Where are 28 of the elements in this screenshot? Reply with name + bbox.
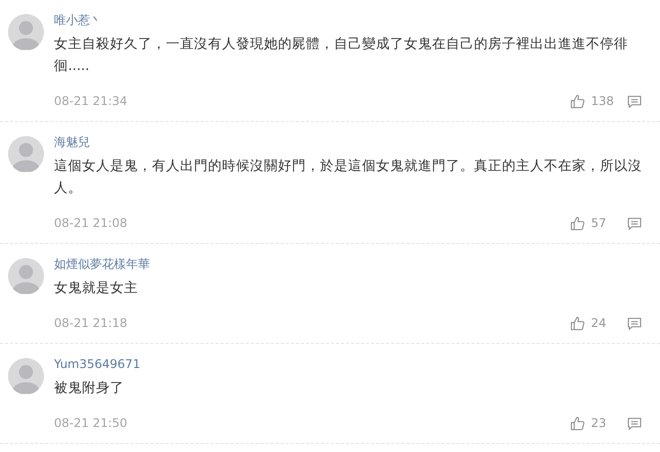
- comment-text: 被鬼附身了: [54, 379, 125, 398]
- thumbs-up-icon[interactable]: [570, 316, 585, 330]
- username-link[interactable]: 海魅兒: [54, 134, 90, 150]
- comment-icon[interactable]: [627, 94, 642, 108]
- like-count: 24: [591, 316, 608, 330]
- username-link[interactable]: 唯小惹丶: [54, 12, 102, 28]
- comment-text: 這個女人是鬼，有人出門的時候沒關好門，於是這個女鬼就進門了。真正的主人不在家，所以沒人。: [54, 157, 642, 198]
- comment-text: 女主自殺好久了，一直沒有人發現她的屍體，自己變成了女鬼在自己的房子裡出出進進不停徘徊.....: [54, 35, 629, 76]
- comment-icon[interactable]: [627, 216, 642, 230]
- username-link[interactable]: Yum35649671: [54, 356, 140, 372]
- like-count: 138: [591, 94, 615, 108]
- comment-time: 08-21 21:08: [54, 216, 128, 230]
- avatar-icon[interactable]: [8, 358, 44, 394]
- comment-text: 女鬼就是女主: [54, 279, 139, 298]
- comment-time: 08-21 21:34: [54, 94, 128, 108]
- avatar-icon[interactable]: [8, 258, 44, 294]
- like-count: 57: [591, 216, 608, 230]
- thumbs-up-icon[interactable]: [570, 94, 585, 108]
- avatar-icon[interactable]: [8, 136, 44, 172]
- comment-icon[interactable]: [627, 416, 642, 430]
- comment-time: 08-21 21:50: [54, 416, 128, 430]
- comment-time: 08-21 21:18: [54, 316, 128, 330]
- avatar-icon[interactable]: [8, 14, 44, 50]
- username-link[interactable]: 如煙似夢花樣年華: [54, 256, 150, 272]
- thumbs-up-icon[interactable]: [570, 216, 585, 230]
- like-count: 23: [591, 416, 608, 430]
- comment-icon[interactable]: [627, 316, 642, 330]
- thumbs-up-icon[interactable]: [570, 416, 585, 430]
